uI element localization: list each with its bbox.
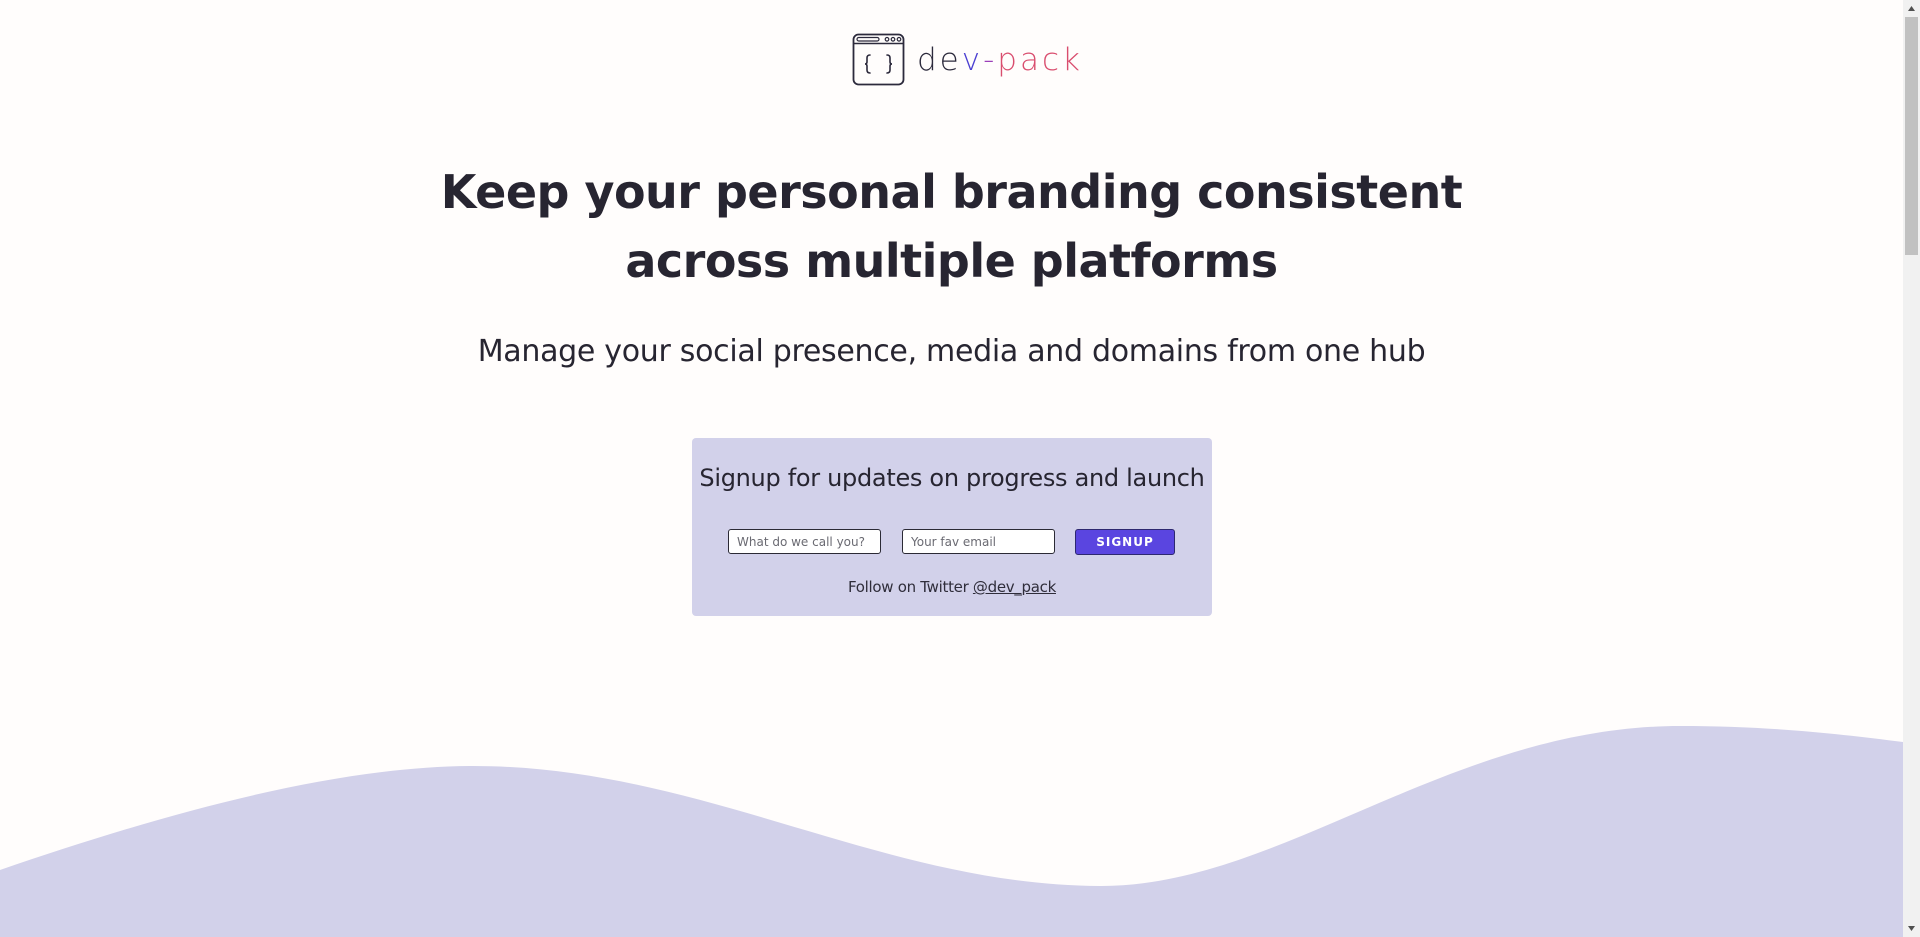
brand-logo[interactable]: dev-pack: [852, 33, 1083, 86]
name-input[interactable]: [728, 529, 881, 554]
brand-name-part: -: [983, 42, 998, 78]
twitter-handle-link[interactable]: @dev_pack: [973, 578, 1056, 596]
headline-line-2: across multiple platforms: [625, 234, 1278, 288]
signup-card: Signup for updates on progress and launc…: [692, 438, 1212, 616]
brand-name-part: pack: [997, 42, 1083, 78]
twitter-follow: Follow on Twitter @dev_pack: [692, 578, 1212, 596]
signup-title: Signup for updates on progress and launc…: [699, 464, 1205, 492]
decorative-wave: [0, 726, 1903, 937]
brand-name-part: v: [961, 42, 984, 78]
landing-content: dev-pack Keep your personal branding con…: [0, 0, 1903, 937]
signup-button[interactable]: SIGNUP: [1075, 529, 1175, 555]
hero-headline: Keep your personal branding consistent a…: [0, 158, 1903, 296]
brand-name-part: de: [917, 42, 962, 78]
scroll-down-icon[interactable]: [1903, 920, 1920, 937]
page: dev-pack Keep your personal branding con…: [0, 0, 1920, 937]
vertical-scrollbar[interactable]: [1903, 0, 1920, 937]
scroll-up-icon[interactable]: [1903, 0, 1920, 17]
browser-code-icon: [852, 33, 905, 86]
follow-text: Follow on Twitter: [848, 578, 973, 596]
email-input[interactable]: [902, 529, 1055, 554]
hero-subheadline: Manage your social presence, media and d…: [477, 334, 1426, 369]
headline-line-1: Keep your personal branding consistent: [440, 165, 1463, 219]
brand-name: dev-pack: [917, 45, 1083, 76]
scrollbar-thumb[interactable]: [1905, 17, 1918, 255]
